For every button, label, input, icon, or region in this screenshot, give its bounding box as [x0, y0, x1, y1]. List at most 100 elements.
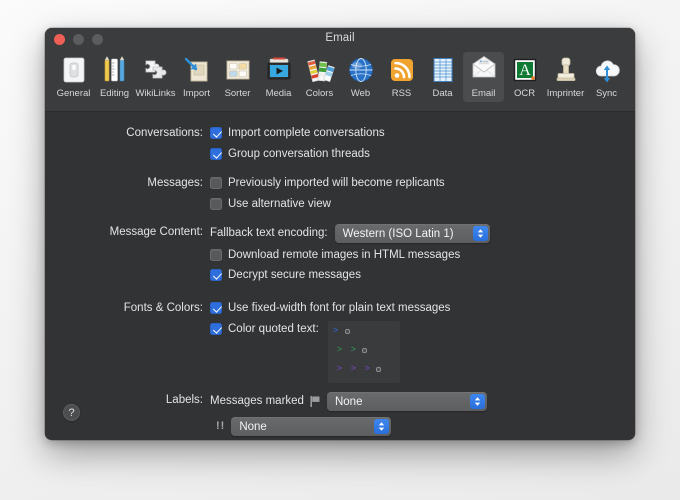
colors-icon	[304, 54, 336, 86]
section-fonts-colors: Fonts & Colors: Use fixed-width font for…	[107, 300, 450, 383]
checkbox-download-remote-images[interactable]: Download remote images in HTML messages	[210, 247, 490, 263]
color-well-level-2[interactable]	[362, 347, 368, 353]
toolbar-item-ocr[interactable]: A OCR	[504, 52, 545, 102]
color-quoted-row: Color quoted text: > > > > > >	[210, 321, 450, 383]
toolbar-item-imprinter[interactable]: Imprinter	[545, 52, 586, 102]
section-messages: Messages: Previously imported will becom…	[107, 175, 445, 212]
web-icon	[345, 54, 377, 86]
quote-marks: >	[332, 326, 340, 336]
flag-label-dropdown[interactable]: None	[326, 392, 487, 411]
checkbox-label: Decrypt secure messages	[228, 269, 361, 281]
fonts-colors-label: Fonts & Colors:	[123, 302, 203, 314]
messages-label: Messages:	[147, 177, 203, 189]
checkbox-box[interactable]	[210, 323, 222, 335]
quote-level-1: >	[333, 326, 350, 336]
chevron-updown-icon	[472, 226, 488, 241]
toolbar-item-web[interactable]: Web	[340, 52, 381, 102]
section-message-content: Message Content: Fallback text encoding:…	[57, 224, 490, 283]
checkbox-box[interactable]	[210, 198, 222, 210]
color-well-level-3[interactable]	[376, 366, 382, 372]
checkbox-box[interactable]	[210, 177, 222, 189]
toolbar-label: RSS	[391, 88, 412, 99]
checkbox-use-fixed-width-font[interactable]: Use fixed-width font for plain text mess…	[210, 300, 450, 316]
dropdown-value: None	[239, 420, 267, 433]
quote-level-2: > >	[337, 345, 368, 355]
toolbar-item-data[interactable]: Data	[422, 52, 463, 102]
checkbox-import-complete-conversations[interactable]: Import complete conversations	[210, 125, 385, 141]
quote-marks: > >	[336, 345, 358, 355]
toolbar-label: Imprinter	[546, 88, 585, 99]
preferences-content: Conversations: Import complete conversat…	[45, 112, 635, 439]
toolbar-label: Data	[432, 88, 453, 99]
labels-row-flag: Messages marked None	[210, 392, 487, 411]
quote-marks: > > >	[336, 364, 372, 374]
checkbox-box[interactable]	[210, 148, 222, 160]
sync-icon	[591, 54, 623, 86]
checkbox-box[interactable]	[210, 249, 222, 261]
help-button[interactable]: ?	[63, 404, 80, 421]
ocr-icon: A	[509, 54, 541, 86]
section-labels: Labels: Messages marked None !! None	[107, 392, 487, 436]
labels-label: Labels:	[165, 394, 203, 406]
preferences-toolbar: General Editing WikiLinks Import Sorter …	[45, 50, 635, 112]
checkbox-use-alternative-view[interactable]: Use alternative view	[210, 196, 445, 212]
message-content-label: Message Content:	[109, 226, 203, 238]
window-title: Email	[325, 32, 355, 44]
quoted-text-preview: > > > > > >	[327, 321, 400, 383]
checkbox-box[interactable]	[210, 269, 222, 281]
quote-level-3: > > >	[337, 364, 382, 374]
checkbox-label: Download remote images in HTML messages	[228, 249, 461, 261]
toolbar-label: Sorter	[224, 88, 251, 99]
checkbox-group-conversation-threads[interactable]: Group conversation threads	[210, 146, 385, 162]
checkbox-label: Use fixed-width font for plain text mess…	[228, 302, 451, 314]
conversations-label: Conversations:	[126, 127, 203, 139]
toolbar-label: Media	[265, 88, 292, 99]
messages-marked-label: Messages marked	[210, 395, 304, 407]
toolbar-label: Sync	[595, 88, 618, 99]
checkbox-label: Use alternative view	[228, 198, 331, 210]
editing-icon	[99, 54, 131, 86]
toolbar-item-import[interactable]: Import	[176, 52, 217, 102]
email-icon	[468, 54, 500, 86]
svg-text:A: A	[519, 62, 531, 79]
general-icon	[58, 54, 90, 86]
chevron-updown-icon	[374, 419, 390, 434]
toolbar-item-media[interactable]: Media	[258, 52, 299, 102]
toolbar-label: OCR	[513, 88, 536, 99]
toolbar-label: General	[56, 88, 91, 99]
window-titlebar: Email	[45, 28, 635, 50]
toolbar-item-editing[interactable]: Editing	[94, 52, 135, 102]
chevron-updown-icon	[469, 394, 485, 409]
checkbox-previously-imported-replicants[interactable]: Previously imported will become replican…	[210, 175, 445, 191]
toolbar-item-colors[interactable]: Colors	[299, 52, 340, 102]
checkbox-color-quoted-text[interactable]: Color quoted text:	[210, 321, 319, 337]
section-conversations: Conversations: Import complete conversat…	[107, 125, 385, 162]
double-exclamation-icon: !!	[216, 420, 226, 432]
color-well-level-1[interactable]	[344, 328, 350, 334]
checkbox-label: Group conversation threads	[228, 148, 370, 160]
wikilinks-icon	[140, 54, 172, 86]
fallback-encoding-dropdown[interactable]: Western (ISO Latin 1)	[334, 224, 490, 243]
flag-icon	[310, 395, 321, 408]
toolbar-item-rss[interactable]: RSS	[381, 52, 422, 102]
priority-label-dropdown[interactable]: None	[231, 417, 392, 436]
dropdown-value: None	[334, 395, 363, 408]
toolbar-label: Editing	[99, 88, 130, 99]
imprinter-icon	[550, 54, 582, 86]
checkbox-decrypt-secure-messages[interactable]: Decrypt secure messages	[210, 267, 490, 283]
toolbar-item-sync[interactable]: Sync	[586, 52, 627, 102]
toolbar-item-wikilinks[interactable]: WikiLinks	[135, 52, 176, 102]
toolbar-label: Colors	[305, 88, 334, 99]
toolbar-label: Web	[350, 88, 371, 99]
labels-row-priority: !! None	[210, 417, 487, 436]
toolbar-item-general[interactable]: General	[53, 52, 94, 102]
checkbox-box[interactable]	[210, 302, 222, 314]
toolbar-label: Import	[183, 88, 210, 99]
toolbar-item-email[interactable]: Email	[463, 52, 504, 102]
sorter-icon	[222, 54, 254, 86]
preferences-window: Email General Editing WikiLinks Import S…	[45, 28, 635, 440]
media-icon	[263, 54, 295, 86]
toolbar-item-sorter[interactable]: Sorter	[217, 52, 258, 102]
checkbox-label: Previously imported will become replican…	[228, 177, 445, 189]
checkbox-box[interactable]	[210, 127, 222, 139]
